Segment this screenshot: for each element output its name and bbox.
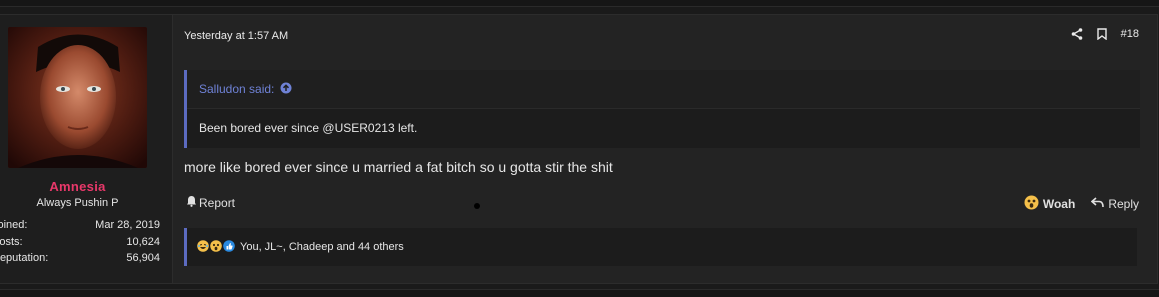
- report-button[interactable]: Report: [186, 195, 235, 210]
- reaction-icons: [197, 239, 236, 255]
- woah-emoji-icon: [1024, 195, 1039, 213]
- stat-label: Reputation:: [0, 252, 49, 264]
- cursor-dot: [474, 203, 480, 209]
- post-footer-actions: Woah Reply: [1024, 195, 1139, 213]
- post-header-actions: #18: [1071, 28, 1139, 40]
- stat-value: 56,904: [126, 252, 160, 264]
- stat-value: Mar 28, 2019: [95, 219, 160, 231]
- previous-post-edge: [0, 0, 1159, 7]
- woah-react-button[interactable]: Woah: [1024, 195, 1075, 213]
- stat-label: Joined:: [0, 219, 28, 231]
- stat-joined: Joined: Mar 28, 2019: [0, 217, 160, 234]
- woah-emoji-icon: [210, 239, 223, 255]
- bell-icon: [186, 195, 197, 210]
- stat-reputation: Reputation: 56,904: [0, 250, 160, 267]
- thumbs-up-icon: [223, 239, 236, 255]
- post-timestamp[interactable]: Yesterday at 1:57 AM: [184, 30, 288, 42]
- quote-text: Been bored ever since @USER0213 left.: [199, 121, 418, 135]
- bookmark-icon[interactable]: [1096, 28, 1107, 40]
- post-main: Yesterday at 1:57 AM #18 Salludon said:: [172, 15, 1157, 283]
- reply-label: Reply: [1108, 197, 1139, 211]
- quote-author[interactable]: Salludon said:: [199, 82, 274, 96]
- post-number[interactable]: #18: [1121, 28, 1139, 40]
- user-sidebar: Amnesia Always Pushin P Joined: Mar 28, …: [0, 15, 173, 283]
- report-label: Report: [199, 195, 236, 210]
- reply-arrow-icon: [1091, 197, 1105, 211]
- reactions-bar[interactable]: You, JL~, Chadeep and 44 others: [184, 228, 1137, 266]
- user-title: Always Pushin P: [36, 197, 119, 209]
- quote-block: Salludon said: Been bored ever since @US…: [184, 70, 1140, 148]
- arrow-up-circle-icon[interactable]: [280, 82, 292, 97]
- forum-post: Amnesia Always Pushin P Joined: Mar 28, …: [0, 14, 1158, 284]
- stat-label: Posts:: [0, 235, 23, 248]
- user-stats: Joined: Mar 28, 2019 Posts: 10,624 Reput…: [0, 217, 160, 267]
- woah-label: Woah: [1042, 197, 1076, 211]
- laugh-emoji-icon: [197, 239, 210, 255]
- stat-value: 10,624: [126, 235, 160, 248]
- reply-button[interactable]: Reply: [1091, 197, 1139, 211]
- quote-header[interactable]: Salludon said:: [187, 70, 1140, 109]
- stat-posts: Posts: 10,624: [0, 234, 160, 251]
- username[interactable]: Amnesia: [0, 179, 155, 194]
- reactions-summary[interactable]: You, JL~, Chadeep and 44 others: [240, 241, 404, 253]
- share-icon[interactable]: [1071, 28, 1083, 40]
- post-message: more like bored ever since u married a f…: [184, 159, 613, 175]
- avatar[interactable]: [8, 27, 147, 168]
